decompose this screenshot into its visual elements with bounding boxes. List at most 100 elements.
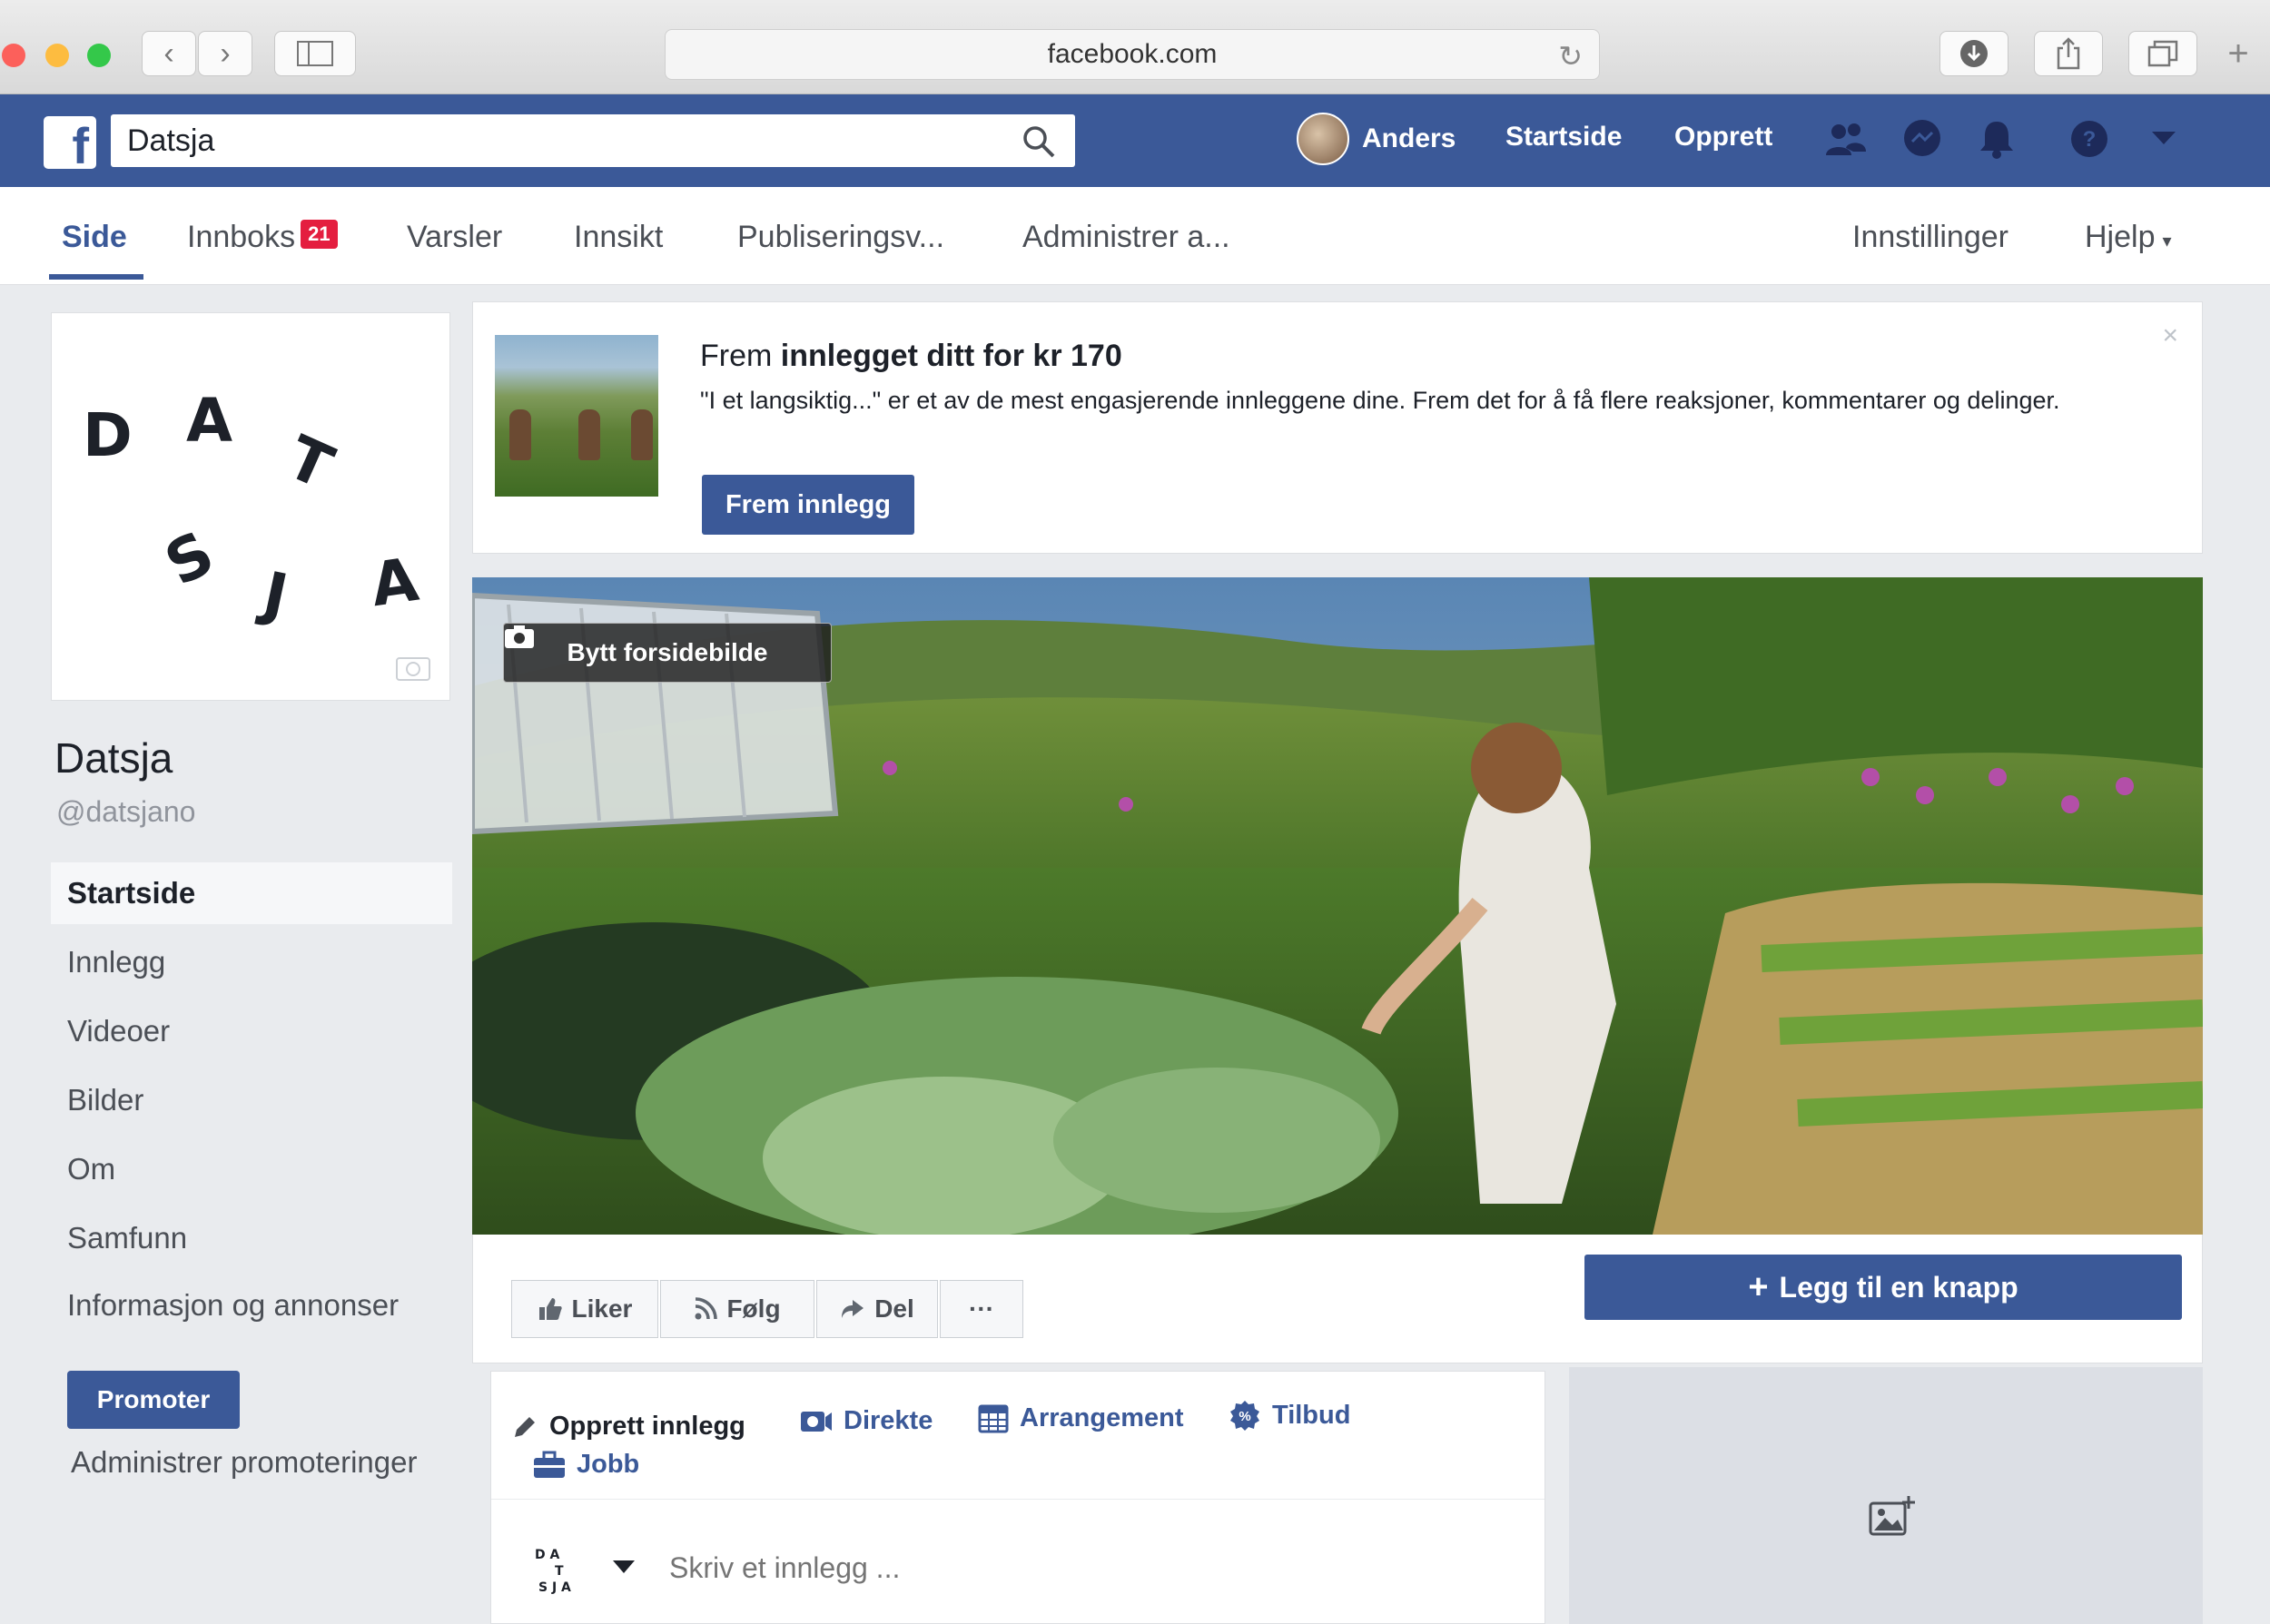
url-text: facebook.com	[1047, 39, 1218, 69]
composer-divider	[491, 1499, 1545, 1500]
forward-button[interactable]: ›	[198, 31, 252, 76]
share-arrow-icon	[842, 1300, 864, 1318]
create-post-tab[interactable]: Opprett innlegg	[511, 1412, 745, 1442]
sidebar-item-community[interactable]: Samfunn	[51, 1207, 452, 1269]
svg-text:D A: D A	[535, 1548, 559, 1562]
tab-publishing-tools[interactable]: Publiseringsv...	[737, 220, 944, 255]
sidebar-item-photos[interactable]: Bilder	[51, 1069, 452, 1131]
page-navigation: Side Innboks 21 Varsler Innsikt Publiseri…	[0, 187, 2270, 285]
change-cover-button[interactable]: Bytt forsidebilde	[503, 623, 832, 683]
tab-page[interactable]: Side	[62, 220, 127, 255]
sidebar-toggle-button[interactable]	[274, 31, 356, 76]
more-icon: ···	[969, 1294, 994, 1323]
chevron-down-icon[interactable]	[611, 1559, 637, 1575]
offer-percent-icon: %	[1230, 1401, 1259, 1431]
logo-letter: A	[186, 386, 233, 456]
promote-button[interactable]: Promoter	[67, 1371, 240, 1429]
add-button-cta[interactable]: + Legg til en knapp	[1584, 1255, 2182, 1320]
sidebar-item-about[interactable]: Om	[51, 1138, 452, 1200]
sidebar-icon	[297, 41, 333, 66]
browser-toolbar: ‹ › facebook.com ↻ +	[0, 0, 2270, 94]
event-label: Arrangement	[1020, 1403, 1184, 1432]
profile-picture[interactable]: D A T S J A	[51, 312, 450, 701]
address-bar[interactable]: facebook.com ↻	[665, 29, 1600, 80]
post-composer: Opprett innlegg Direkte Arrangement % Ti…	[490, 1371, 1545, 1624]
avatar	[1297, 113, 1349, 165]
download-icon	[1960, 40, 1988, 67]
add-button-label: Legg til en knapp	[1779, 1270, 2018, 1304]
profile-link[interactable]: Anders	[1297, 113, 1456, 165]
event-tab[interactable]: Arrangement	[978, 1403, 1184, 1433]
logo-letter: T	[277, 422, 343, 503]
manage-promotions-link[interactable]: Administrer promoteringer	[71, 1445, 417, 1480]
tab-notifications[interactable]: Varsler	[407, 220, 502, 255]
sidebar-item-home[interactable]: Startside	[51, 862, 452, 924]
share-page-button[interactable]: Del	[816, 1280, 938, 1338]
boost-title-prefix: Frem	[700, 339, 781, 373]
boost-post-button[interactable]: Frem innlegg	[702, 475, 914, 535]
page-avatar-icon: D A T S J A	[535, 1548, 571, 1595]
camera-icon[interactable]	[395, 651, 431, 682]
downloads-button[interactable]	[1939, 31, 2008, 76]
sidebar-item-info-and-ads[interactable]: Informasjon og annonser	[51, 1275, 452, 1336]
sidebar-item-videos[interactable]: Videoer	[51, 1000, 452, 1062]
back-icon: ‹	[163, 35, 174, 71]
rss-icon	[695, 1297, 718, 1320]
post-thumbnail	[495, 335, 658, 497]
help-icon[interactable]: ?	[2065, 114, 2114, 163]
live-video-tab[interactable]: Direkte	[800, 1406, 933, 1436]
share-icon	[2057, 37, 2080, 70]
cover-photo[interactable]: Bytt forsidebilde	[472, 577, 2203, 1235]
tab-help[interactable]: Hjelp ▾	[2085, 220, 2172, 255]
new-tab-icon[interactable]: +	[2216, 31, 2261, 76]
change-cover-label: Bytt forsidebilde	[567, 638, 768, 666]
user-name: Anders	[1362, 123, 1456, 153]
tab-manage-ads[interactable]: Administrer a...	[1022, 220, 1230, 255]
page-username[interactable]: @datsjano	[56, 795, 195, 829]
logo-letter: D	[83, 400, 133, 470]
sidebar-item-posts[interactable]: Innlegg	[51, 931, 452, 993]
calendar-icon	[978, 1404, 1009, 1433]
add-photo-icon[interactable]	[1869, 1494, 1916, 1538]
job-tab[interactable]: Jobb	[533, 1450, 639, 1480]
tab-settings[interactable]: Innstillinger	[1852, 220, 2008, 255]
active-tab-indicator	[49, 274, 143, 280]
close-icon[interactable]: ×	[2162, 320, 2178, 351]
post-text-input[interactable]	[669, 1540, 1486, 1595]
thumbnail-person	[631, 409, 653, 460]
notifications-icon[interactable]	[1972, 114, 2021, 163]
logo-letter: J	[257, 558, 294, 632]
tab-inbox[interactable]: Innboks 21	[187, 220, 338, 255]
follow-button[interactable]: Følg	[660, 1280, 814, 1338]
friend-requests-icon[interactable]	[1821, 114, 1870, 163]
video-camera-icon	[801, 1411, 832, 1432]
search-icon[interactable]	[1021, 123, 1057, 160]
page-action-bar: Liker Følg Del ··· + Legg til en knapp	[472, 1235, 2203, 1363]
tab-insights[interactable]: Innsikt	[574, 220, 663, 255]
tabs-overview-button[interactable]	[2128, 31, 2197, 76]
more-options-button[interactable]: ···	[940, 1280, 1023, 1338]
facebook-logo[interactable]: f	[44, 116, 96, 169]
forward-icon: ›	[220, 35, 231, 71]
search-box	[111, 114, 1075, 167]
home-link[interactable]: Startside	[1505, 122, 1622, 153]
boost-post-title: Frem innlegget ditt for kr 170	[700, 339, 1122, 374]
boost-title-bold: innlegget ditt for kr 170	[780, 339, 1122, 373]
search-input[interactable]	[111, 114, 1001, 167]
minimize-window-button[interactable]	[45, 44, 69, 67]
close-window-button[interactable]	[2, 44, 25, 67]
zoom-window-button[interactable]	[87, 44, 111, 67]
like-button[interactable]: Liker	[511, 1280, 658, 1338]
back-button[interactable]: ‹	[142, 31, 196, 76]
chevron-down-icon: ▾	[2162, 231, 2172, 251]
share-button[interactable]	[2034, 31, 2103, 76]
logo-letter: S	[153, 517, 225, 600]
reload-icon[interactable]: ↻	[1558, 39, 1583, 74]
camera-icon	[505, 625, 534, 648]
boost-post-description: "I et langsiktig..." er et av de mest en…	[700, 387, 2060, 414]
logo-letter: A	[366, 544, 423, 621]
messenger-icon[interactable]	[1898, 114, 1947, 163]
account-menu-icon[interactable]	[2139, 114, 2188, 163]
create-link[interactable]: Opprett	[1674, 122, 1772, 153]
offer-tab[interactable]: % Tilbud	[1229, 1399, 1350, 1432]
